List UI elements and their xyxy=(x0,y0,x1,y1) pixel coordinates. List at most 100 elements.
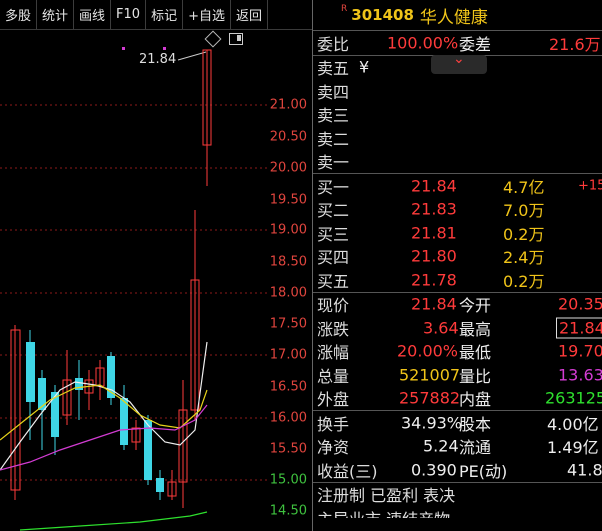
stat-value: 521007 xyxy=(399,365,461,385)
sell-book: 卖五 ¥ 卖四 卖三 卖二 卖一 xyxy=(313,56,602,174)
stat-label: 涨幅 xyxy=(317,343,350,363)
fund-value: 0.390 xyxy=(411,460,457,480)
fund-label: 股本 xyxy=(459,414,492,434)
weibi-value: 100.00% xyxy=(387,33,459,53)
buy-label: 买一 xyxy=(317,177,350,197)
add-watchlist-button[interactable]: +自选 xyxy=(183,0,231,29)
buy-row: 买一 21.84 4.7亿 +15 xyxy=(313,174,602,198)
footer-tags: 注册制 已盈利 表决 xyxy=(317,486,456,506)
stat-label: 今开 xyxy=(459,296,492,316)
fund-value: 4.00亿 xyxy=(547,414,599,434)
stock-name: 华人健康 xyxy=(419,7,488,28)
buy-row: 买三 21.81 0.2万 xyxy=(313,221,602,245)
price-axis-label: 20.50 xyxy=(269,129,307,145)
mark-button[interactable]: 标记 xyxy=(146,0,184,29)
stat-row: 涨跌 3.64 最高 21.84 xyxy=(313,316,602,340)
stat-value: 21.84 xyxy=(411,294,457,314)
stat-label: 现价 xyxy=(317,296,350,316)
fund-label: 流通 xyxy=(459,438,492,458)
footer-row: 注册制 已盈利 表决 xyxy=(313,483,602,507)
stock-header: R 301408 华人健康 xyxy=(313,0,602,31)
fund-row: 收益(三) 0.390 PE(动) 41.8 xyxy=(313,458,602,483)
stat-value: 13.63 xyxy=(558,365,602,385)
statistics-button[interactable]: 统计 xyxy=(37,0,75,29)
candles xyxy=(10,49,212,508)
sell-row: 卖四 xyxy=(313,79,602,103)
price-axis-label: 18.50 xyxy=(269,254,307,270)
stat-value: 3.64 xyxy=(423,318,459,338)
buy-volume: 2.4万 xyxy=(503,248,545,268)
registration-badge: R xyxy=(341,4,348,14)
price-axis-label: 15.00 xyxy=(269,472,307,488)
price-axis-label: 19.50 xyxy=(269,192,307,208)
buy-price: 21.80 xyxy=(411,246,457,266)
price-axis-label: 18.00 xyxy=(269,285,307,301)
price-axis-label: 19.00 xyxy=(269,222,307,238)
weibi-label: 委比 xyxy=(317,34,350,54)
stat-label: 外盘 xyxy=(317,390,350,410)
stat-value: 263125 xyxy=(545,388,602,408)
fund-label: PE(动) xyxy=(459,461,508,481)
fund-label: 收益(三) xyxy=(317,461,378,481)
stat-value: 20.00% xyxy=(397,341,459,361)
price-axis-label: 16.50 xyxy=(269,379,307,395)
stat-row: 总量 521007 量比 13.63 xyxy=(313,363,602,387)
fund-row: 净资 5.24 流通 1.49亿 xyxy=(313,435,602,459)
stock-code: 301408 xyxy=(351,6,414,24)
buy-label: 买三 xyxy=(317,224,350,244)
buy-book: 买一 21.84 4.7亿 +15 买二 21.83 7.0万 买三 21.81… xyxy=(313,174,602,293)
fund-value: 41.8 xyxy=(567,460,602,480)
sell-label: 卖三 xyxy=(317,106,350,126)
stat-label: 内盘 xyxy=(459,390,492,410)
stat-label: 总量 xyxy=(317,366,350,386)
sell-row: 卖二 xyxy=(313,126,602,150)
stat-value: 19.70 xyxy=(558,341,602,361)
fund-label: 净资 xyxy=(317,438,350,458)
quote-stats: 现价 21.84 今开 20.35 涨跌 3.64 最高 21.84 涨幅 20… xyxy=(313,293,602,411)
sell-row: 卖五 ¥ xyxy=(313,56,602,80)
fund-value: 34.93% xyxy=(401,413,463,433)
stat-row: 涨幅 20.00% 最低 19.70 xyxy=(313,340,602,364)
price-axis-label: 20.00 xyxy=(269,160,307,176)
candle-down xyxy=(120,398,128,445)
candle-down xyxy=(38,378,46,410)
buy-row: 买二 21.83 7.0万 xyxy=(313,198,602,222)
stat-label: 涨跌 xyxy=(317,319,350,339)
buy-volume: 4.7亿 xyxy=(503,177,545,197)
price-axis-label: 15.50 xyxy=(269,441,307,457)
marker-dot xyxy=(163,47,166,50)
sell-price: ¥ xyxy=(359,57,370,77)
fund-value: 1.49亿 xyxy=(547,438,599,458)
price-axis-label: 14.50 xyxy=(269,503,307,519)
back-button[interactable]: 返回 xyxy=(231,0,269,29)
candle-down xyxy=(144,420,152,480)
fund-label: 换手 xyxy=(317,414,350,434)
quote-panel: R 301408 华人健康 委比 100.00% 委差 21.6万 卖五¥ 卖四… xyxy=(312,0,602,531)
f10-button[interactable]: F10 xyxy=(111,0,147,29)
draw-line-button[interactable]: 画线 xyxy=(74,0,112,29)
stat-label: 最高 xyxy=(459,319,492,339)
footer-line2: 主导业市 速结产物 xyxy=(317,506,450,518)
stat-row: 外盘 257882 内盘 263125 xyxy=(313,387,602,411)
buy-label: 买五 xyxy=(317,271,350,291)
price-axis-label: 21.00 xyxy=(269,97,307,113)
sell-row: 卖三 xyxy=(313,103,602,127)
chart-toolbar: 多股 统计 画线 F10 标记 +自选 返回 xyxy=(0,0,312,30)
ma-green xyxy=(19,511,208,531)
buy-price: 21.84 xyxy=(411,176,457,196)
price-axis-label: 17.00 xyxy=(269,347,307,363)
high-price-label: 21.84 xyxy=(139,52,177,67)
stat-label: 量比 xyxy=(459,366,492,386)
buy-label: 买四 xyxy=(317,248,350,268)
buy-price: 21.83 xyxy=(411,199,457,219)
footer-row: 主导业市 速结产物 xyxy=(313,506,602,518)
marker-dot xyxy=(122,47,125,50)
buy-change: +15 xyxy=(578,178,602,194)
buy-row: 买五 21.78 0.2万 xyxy=(313,268,602,293)
stat-label: 最低 xyxy=(459,343,492,363)
kline-chart[interactable]: 21.84 21.00 20.50 20.00 19.50 19.00 18.5… xyxy=(0,30,312,531)
buy-row: 买四 21.80 2.4万 xyxy=(313,245,602,269)
multi-stock-button[interactable]: 多股 xyxy=(0,0,38,29)
sell-label: 卖二 xyxy=(317,129,350,149)
window-icon[interactable] xyxy=(229,33,243,45)
